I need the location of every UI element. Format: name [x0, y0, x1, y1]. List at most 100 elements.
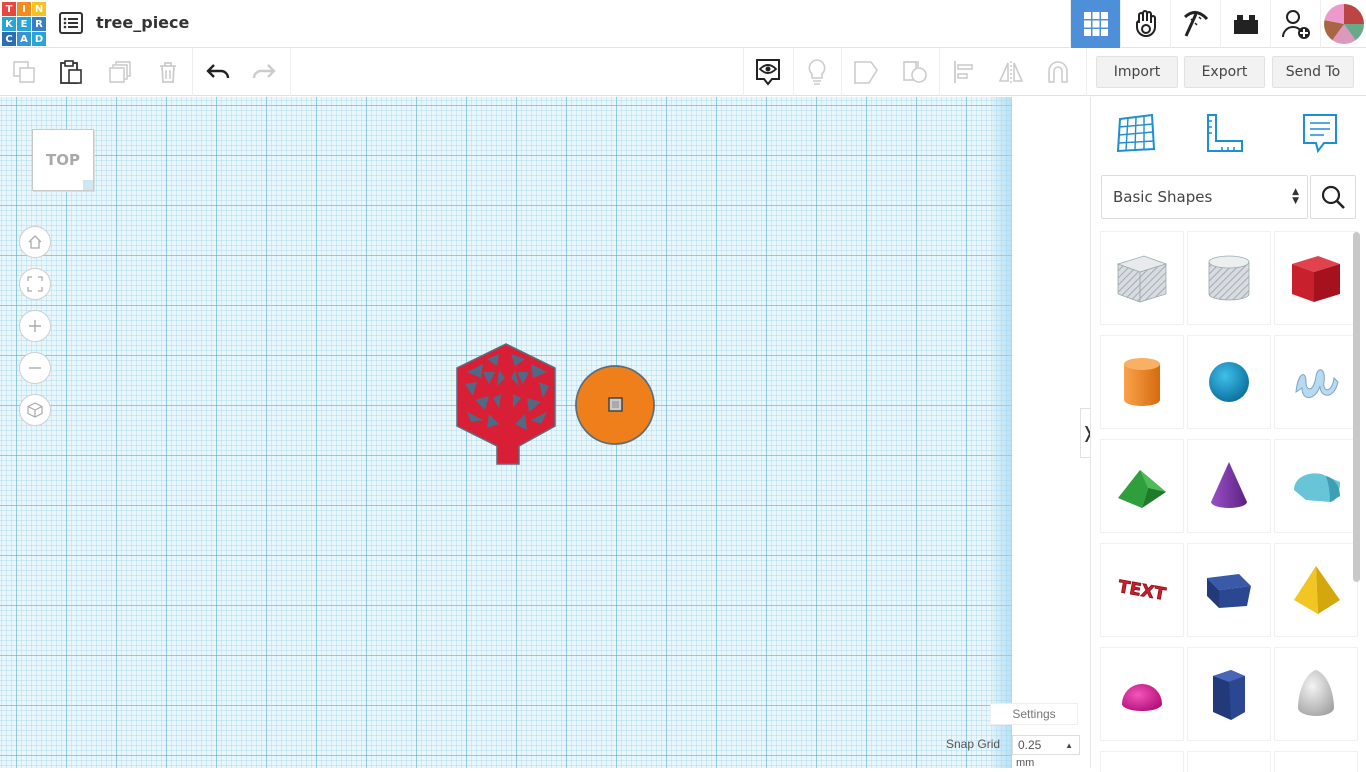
settings-button[interactable]: Settings — [990, 703, 1078, 725]
duplicate-button[interactable] — [104, 56, 136, 88]
shape-tile-half-box[interactable] — [1188, 544, 1270, 636]
redo-button[interactable] — [248, 56, 280, 88]
send-to-button[interactable]: Send To — [1272, 56, 1354, 88]
cruise-button[interactable] — [1042, 56, 1074, 88]
snap-grid-select[interactable]: 0.25 ▲ — [1012, 735, 1080, 755]
mirror-icon — [998, 61, 1024, 83]
blocks-button[interactable] — [1170, 0, 1220, 48]
shape-tile-half-sphere[interactable] — [1101, 648, 1183, 740]
shape-tile-pyramid[interactable] — [1275, 544, 1357, 636]
orange-disc-shape[interactable] — [574, 364, 656, 446]
select-arrows-icon: ▲ ▼ — [1292, 187, 1299, 206]
shape-tile-cylinder[interactable] — [1101, 336, 1183, 428]
redo-icon — [252, 64, 276, 79]
shape-tile-scribble[interactable] — [1275, 336, 1357, 428]
export-button[interactable]: Export — [1184, 56, 1265, 88]
show-all-button[interactable] — [752, 56, 784, 88]
logo-letter: T — [2, 2, 16, 16]
undo-button[interactable] — [202, 56, 234, 88]
user-avatar-button[interactable] — [1320, 0, 1366, 48]
paraboloid-icon — [1298, 670, 1334, 716]
top-bar: T I N K E R C A D tree_piece — [0, 0, 1366, 48]
sim-lab-button[interactable] — [1120, 0, 1170, 48]
roof-icon — [1118, 470, 1166, 508]
group-icon — [854, 61, 878, 84]
ungroup-button[interactable] — [899, 56, 931, 88]
shape-tile-roof[interactable] — [1101, 440, 1183, 532]
svg-text:TEXT: TEXT — [1116, 577, 1167, 605]
polygon-icon — [1213, 670, 1245, 720]
paste-icon — [60, 60, 82, 84]
zoom-out-button[interactable] — [19, 352, 51, 384]
shape-tile-cone[interactable] — [1188, 440, 1270, 532]
pickaxe-icon — [1183, 11, 1208, 37]
ungroup-icon — [903, 61, 927, 83]
add-user-icon — [1281, 10, 1310, 39]
mirror-button[interactable] — [995, 56, 1027, 88]
shape-tile-partial[interactable] — [1188, 752, 1270, 772]
import-button[interactable]: Import — [1096, 56, 1178, 88]
copy-button[interactable] — [8, 56, 40, 88]
design-list-button[interactable] — [58, 10, 84, 36]
shape-library-select[interactable]: Basic Shapes ▲ ▼ — [1101, 175, 1308, 219]
plus-icon — [29, 320, 41, 332]
align-button[interactable] — [948, 56, 980, 88]
shape-tile-partial[interactable] — [1275, 752, 1357, 772]
shape-tile-sphere[interactable] — [1188, 336, 1270, 428]
bricks-icon — [1233, 15, 1258, 34]
disc-icon — [575, 365, 655, 445]
box-hole-icon — [1116, 255, 1168, 303]
shape-tile-partial[interactable] — [1101, 752, 1183, 772]
view-cube-label: TOP — [46, 151, 80, 169]
workplane-icon — [1116, 113, 1156, 153]
shape-tile-polygon[interactable] — [1188, 648, 1270, 740]
shape-tile-box-hole[interactable] — [1101, 232, 1183, 324]
tree-hexagon-shape[interactable] — [453, 342, 559, 466]
shape-tile-paraboloid[interactable] — [1275, 648, 1357, 740]
invite-user-button[interactable] — [1270, 0, 1320, 48]
workplane-canvas[interactable]: TOP Settings Snap Grid 0.25 ▲ mm — [0, 97, 1090, 768]
shape-tile-text[interactable]: TEXT — [1101, 544, 1183, 636]
text-icon: TEXT — [1116, 577, 1168, 606]
search-button[interactable] — [1310, 175, 1356, 219]
snap-grid-unit: mm — [1016, 757, 1035, 768]
view-cube-corner[interactable] — [83, 180, 93, 190]
zoom-in-button[interactable] — [19, 310, 51, 342]
shape-tile-cylinder-hole[interactable] — [1188, 232, 1270, 324]
shape-tile-box[interactable] — [1275, 232, 1357, 324]
cone-icon — [1211, 462, 1247, 508]
workplane-tool-button[interactable] — [1112, 109, 1160, 157]
3d-design-view-button[interactable] — [1070, 0, 1120, 48]
edit-toolbar: Import Export Send To — [0, 48, 1366, 96]
snap-grid-label: Snap Grid — [946, 737, 1001, 751]
delete-button[interactable] — [152, 56, 184, 88]
fit-view-button[interactable] — [19, 268, 51, 300]
bricks-button[interactable] — [1220, 0, 1270, 48]
perspective-button[interactable] — [19, 394, 51, 426]
undo-icon — [206, 64, 230, 79]
hint-button[interactable] — [801, 56, 833, 88]
round-roof-icon — [1294, 473, 1340, 502]
sphere-icon — [1209, 362, 1249, 402]
group-button[interactable] — [850, 56, 882, 88]
box-icon — [1292, 256, 1340, 302]
view-cube[interactable]: TOP — [32, 129, 94, 191]
half-box-icon — [1207, 574, 1251, 608]
tinkercad-logo[interactable]: T I N K E R C A D — [2, 2, 46, 46]
notes-tool-button[interactable] — [1296, 109, 1344, 157]
pyramid-icon — [1294, 566, 1340, 614]
lightbulb-icon — [808, 59, 826, 85]
logo-letter: A — [17, 32, 31, 46]
logo-letter: I — [17, 2, 31, 16]
ruler-tool-button[interactable] — [1200, 109, 1248, 157]
scribble-icon — [1295, 369, 1339, 398]
home-view-button[interactable] — [19, 226, 51, 258]
cube-icon — [27, 402, 43, 418]
design-title[interactable]: tree_piece — [96, 13, 189, 32]
paste-button[interactable] — [55, 56, 87, 88]
shape-tile-round-roof[interactable] — [1275, 440, 1357, 532]
shapes-scrollbar[interactable] — [1353, 232, 1360, 582]
workplane-edge — [992, 97, 1012, 768]
copy-icon — [13, 61, 35, 83]
align-icon — [954, 61, 973, 83]
